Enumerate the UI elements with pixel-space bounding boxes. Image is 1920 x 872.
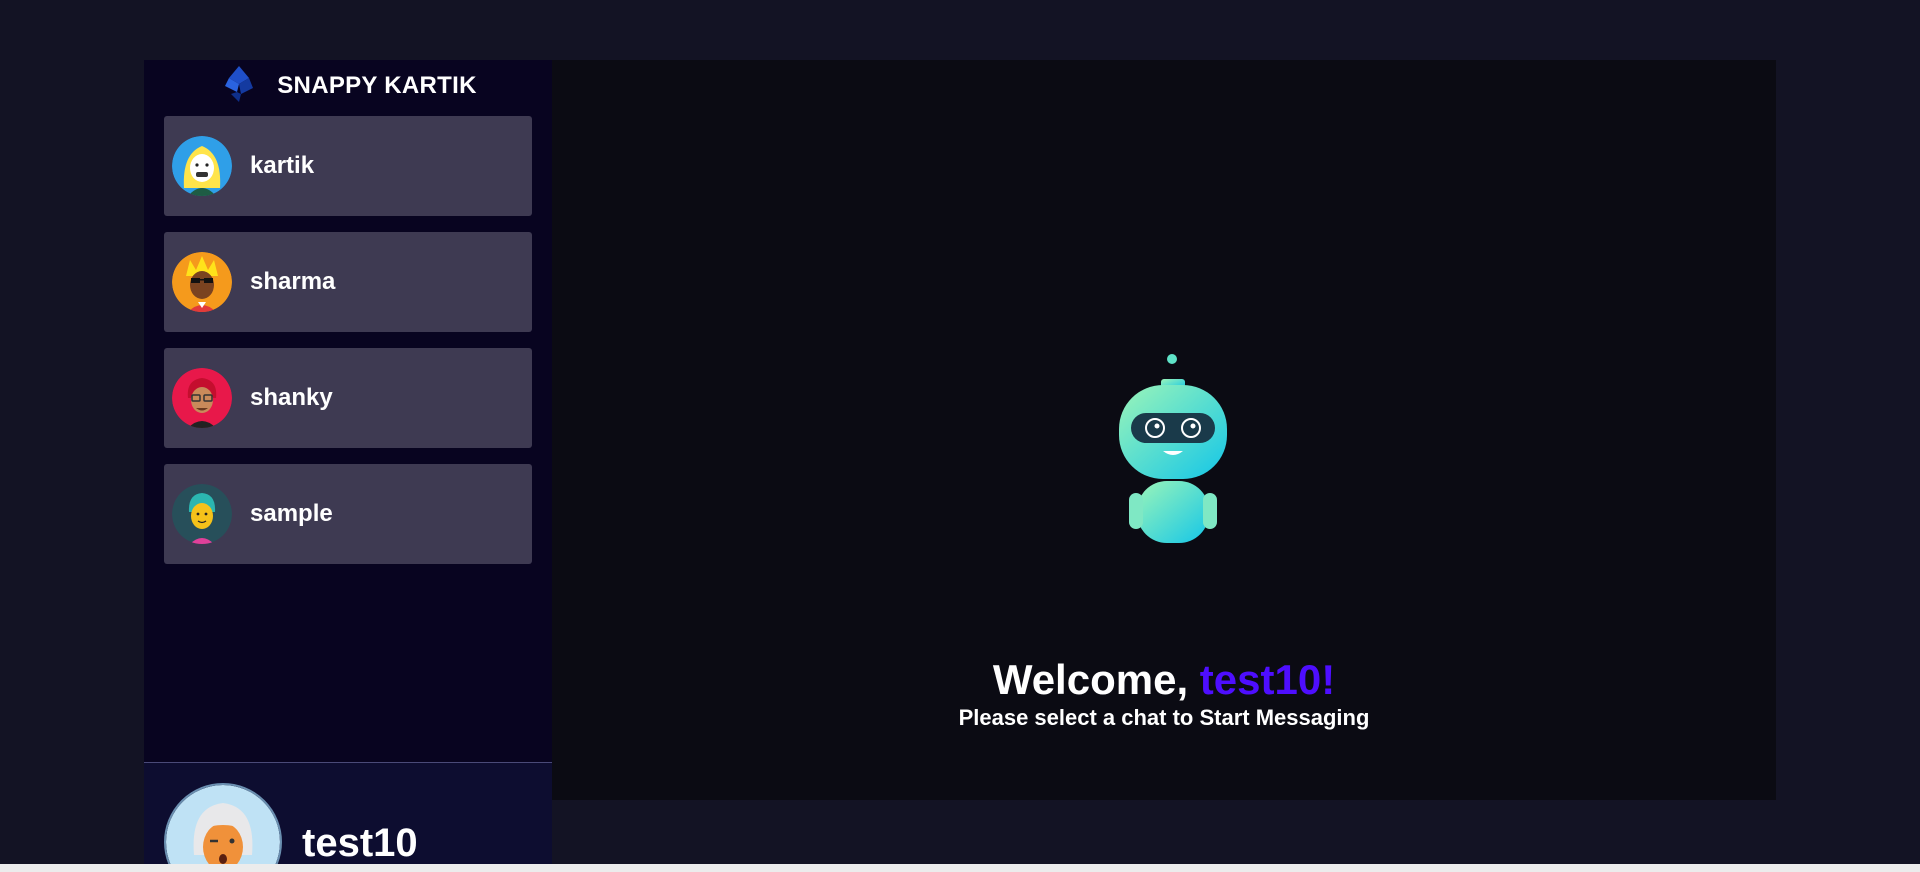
contacts-sidebar: SNAPPY KARTIK kartik sharma shanky sampl… [144, 60, 552, 872]
welcome-greeting: Welcome, [992, 656, 1200, 703]
current-user-name: test10 [302, 821, 418, 865]
blonde-avatar [172, 136, 232, 196]
welcome-subtitle: Please select a chat to Start Messaging [958, 705, 1370, 730]
contact-list: kartik sharma shanky sample [144, 116, 552, 564]
chat-app: SNAPPY KARTIK kartik sharma shanky sampl… [144, 60, 1776, 872]
diamond-logo-icon [219, 64, 259, 109]
contact-name: sample [250, 500, 333, 527]
current-user-panel: test10 [144, 762, 552, 872]
contact-name: kartik [250, 152, 315, 179]
contact-name: sharma [250, 268, 336, 295]
teal-hair-avatar [172, 484, 232, 544]
contact-name: shanky [250, 384, 333, 411]
contact-item-sample[interactable]: sample [164, 464, 532, 564]
contact-item-kartik[interactable]: kartik [164, 116, 532, 216]
contact-item-shanky[interactable]: shanky [164, 348, 532, 448]
brand-title: SNAPPY KARTIK [277, 72, 477, 99]
horizontal-scrollbar[interactable] [0, 864, 1920, 872]
welcome-heading: Welcome, test10! [552, 656, 1776, 704]
white-hair-winking-avatar [164, 783, 282, 872]
contact-item-sharma[interactable]: sharma [164, 232, 532, 332]
red-hair-glasses-avatar [172, 368, 232, 428]
spiky-hair-sunglasses-avatar [172, 252, 232, 312]
robot-illustration [1109, 353, 1239, 553]
welcome-username: test10! [1199, 656, 1336, 703]
brand-header: SNAPPY KARTIK [144, 60, 552, 116]
chat-welcome-panel: Welcome, test10! Please select a chat to… [552, 60, 1776, 800]
